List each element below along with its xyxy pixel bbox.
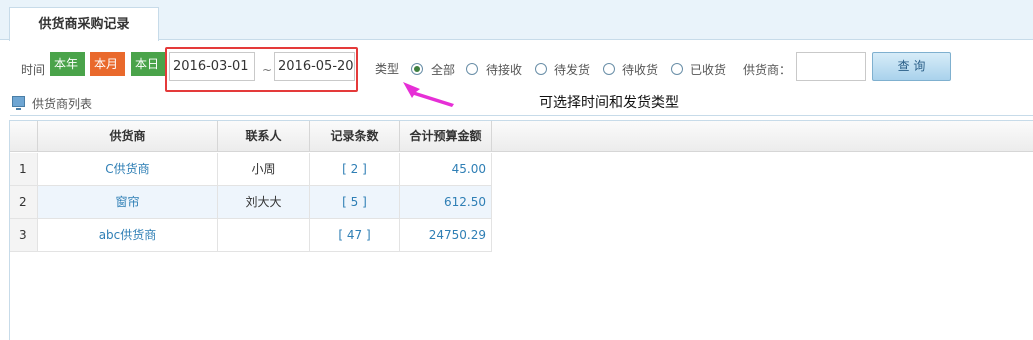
time-label: 时间 (21, 63, 46, 77)
col-index (10, 121, 38, 152)
date-separator: ~ (262, 63, 273, 77)
amount-cell: 45.00 (400, 153, 492, 186)
supplier-link[interactable]: C供货商 (38, 153, 218, 186)
table-row[interactable]: 3 abc供货商 [ 47 ] 24750.29 (10, 219, 492, 252)
supplier-label: 供货商： (743, 63, 792, 77)
row-index: 3 (10, 219, 38, 252)
supplier-table: 供货商 联系人 记录条数 合计预算金额 1 C供货商 小周 [ 2 ] 45.0… (9, 120, 1033, 340)
radio-all-label[interactable]: 全部 (431, 61, 455, 78)
col-total-budget[interactable]: 合计预算金额 (400, 121, 492, 152)
row-index: 2 (10, 186, 38, 219)
table-row[interactable]: 1 C供货商 小周 [ 2 ] 45.00 (10, 153, 492, 186)
date-from-input[interactable] (169, 52, 255, 81)
col-record-count[interactable]: 记录条数 (310, 121, 400, 152)
filter-bar: 时间 本年 本月 本日 ~ 类型 全部 待接收 待发货 待收货 已收货 供货商：… (0, 40, 1033, 92)
supplier-list-header: 供货商列表 (10, 94, 1033, 116)
type-label: 类型 (375, 62, 400, 76)
radio-received[interactable] (671, 63, 683, 75)
contact-cell: 小周 (218, 153, 310, 186)
radio-pending-receive[interactable] (466, 63, 478, 75)
record-count-link[interactable]: [ 2 ] (310, 153, 400, 186)
radio-pending-ship[interactable] (535, 63, 547, 75)
col-supplier[interactable]: 供货商 (38, 121, 218, 152)
contact-cell (218, 219, 310, 252)
table-row[interactable]: 2 窗帘 刘大大 [ 5 ] 612.50 (10, 186, 492, 219)
this-month-button[interactable]: 本月 (90, 52, 125, 76)
tab-supplier-purchase-records[interactable]: 供货商采购记录 (9, 7, 159, 41)
today-button[interactable]: 本日 (131, 52, 166, 76)
col-contact[interactable]: 联系人 (218, 121, 310, 152)
table-header: 供货商 联系人 记录条数 合计预算金额 (10, 121, 1033, 152)
radio-pending-delivery[interactable] (603, 63, 615, 75)
radio-received-label[interactable]: 已收货 (690, 61, 726, 78)
monitor-icon (12, 96, 25, 110)
record-count-link[interactable]: [ 47 ] (310, 219, 400, 252)
this-year-button[interactable]: 本年 (50, 52, 85, 76)
row-index: 1 (10, 153, 38, 186)
query-button[interactable]: 查 询 (872, 52, 951, 81)
radio-pending-receive-label[interactable]: 待接收 (486, 61, 522, 78)
amount-cell: 612.50 (400, 186, 492, 219)
radio-pending-ship-label[interactable]: 待发货 (554, 61, 590, 78)
supplier-link[interactable]: abc供货商 (38, 219, 218, 252)
radio-all[interactable] (411, 63, 423, 75)
date-to-input[interactable] (274, 52, 355, 81)
supplier-input[interactable] (796, 52, 866, 81)
supplier-link[interactable]: 窗帘 (38, 186, 218, 219)
contact-cell: 刘大大 (218, 186, 310, 219)
tab-bar: 供货商采购记录 (0, 0, 1033, 41)
record-count-link[interactable]: [ 5 ] (310, 186, 400, 219)
supplier-list-title: 供货商列表 (32, 97, 93, 111)
radio-pending-delivery-label[interactable]: 待收货 (622, 61, 658, 78)
amount-cell: 24750.29 (400, 219, 492, 252)
